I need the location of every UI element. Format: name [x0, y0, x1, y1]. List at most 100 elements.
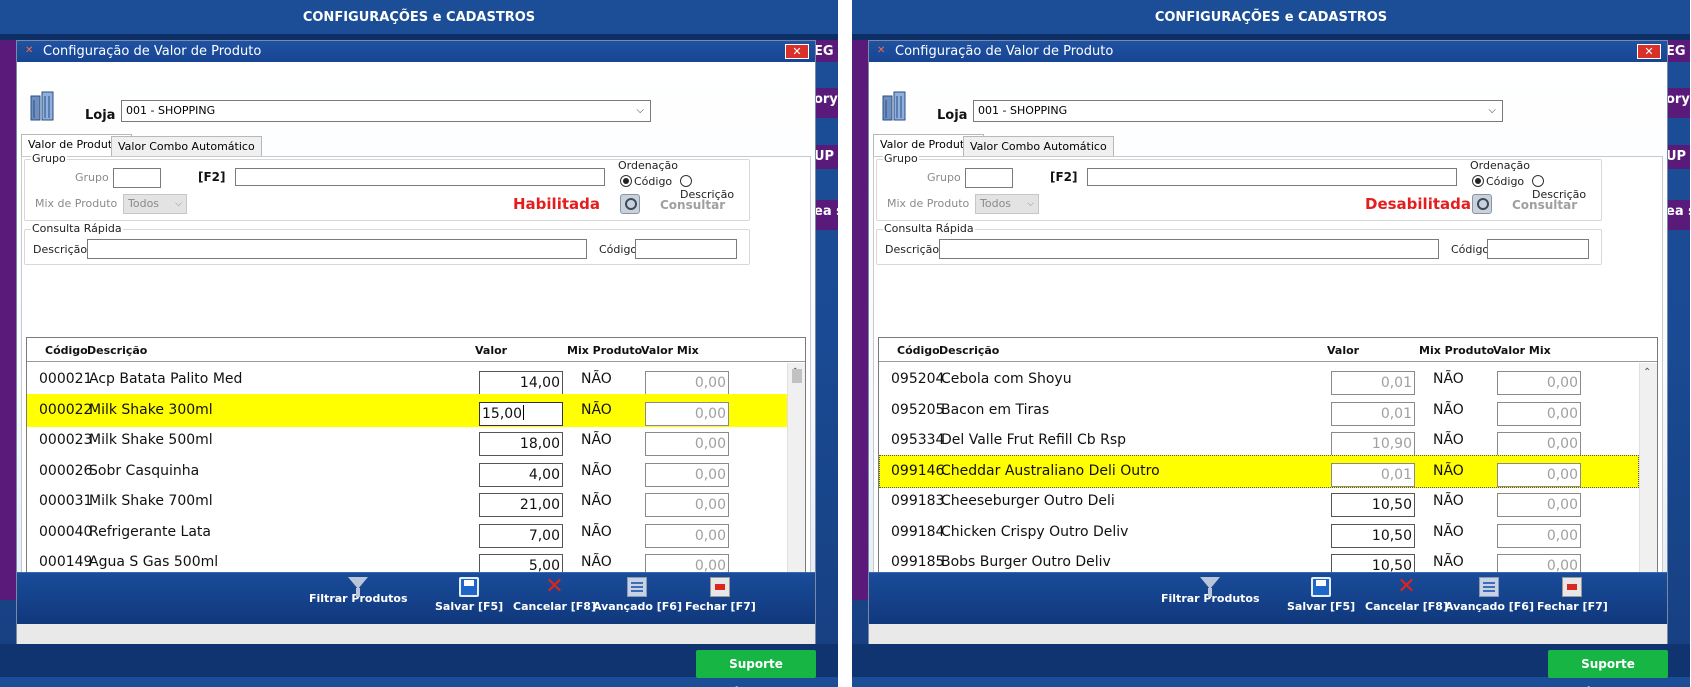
row-valor-input[interactable]: 21,00	[479, 493, 563, 517]
loja-select[interactable]: 001 - SHOPPING ⌵	[973, 100, 1503, 122]
row-valor-mix-input[interactable]: 0,00	[1497, 432, 1581, 456]
codigo-input[interactable]	[1487, 239, 1589, 259]
consultar-button[interactable]: Consultar	[660, 198, 725, 212]
mix-select[interactable]: Todos ⌵	[975, 194, 1039, 214]
fechar-button[interactable]: Fechar [F7]	[685, 577, 756, 613]
row-valor-input[interactable]: 0,01	[1331, 401, 1415, 426]
row-descricao: Refrigerante Lata	[89, 523, 211, 540]
row-valor-input[interactable]: 4,00	[479, 462, 563, 487]
table-row[interactable]: 000026 Sobr Casquinha 4,00 NÃO 0,00	[27, 455, 787, 488]
col-valor-mix[interactable]: Valor Mix	[1493, 344, 1551, 357]
salvar-label: Salvar [F5]	[435, 600, 504, 613]
loja-label: Loja	[937, 108, 968, 123]
descricao-input[interactable]	[87, 239, 587, 259]
row-valor-mix-input[interactable]: 0,00	[645, 432, 729, 456]
whatsapp-support-button[interactable]: Suporte WhatsApp	[696, 650, 816, 687]
save-icon	[1311, 577, 1332, 597]
row-valor-input[interactable]: 14,00	[479, 371, 563, 395]
row-valor-mix-input[interactable]: 0,00	[645, 493, 729, 517]
table-row[interactable]: 000031 Milk Shake 700ml 21,00 NÃO 0,00	[27, 485, 787, 518]
salvar-button[interactable]: Salvar [F5]	[435, 577, 503, 613]
col-mix[interactable]: Mix Produto	[1419, 344, 1494, 357]
row-valor-input[interactable]: 18,00	[479, 432, 563, 456]
col-mix[interactable]: Mix Produto	[567, 344, 642, 357]
cancelar-button[interactable]: ✕ Cancelar [F8]	[1365, 576, 1448, 614]
row-mix: NÃO	[581, 401, 612, 418]
table-row[interactable]: 000040 Refrigerante Lata 7,00 NÃO 0,00	[27, 516, 787, 549]
filtrar-produtos-button[interactable]: Filtrar Produtos	[309, 577, 408, 605]
grid-header: Código Descrição Valor Mix Produto Valor…	[879, 338, 1657, 362]
table-row[interactable]: 000022 Milk Shake 300ml 15,00 NÃO 0,00	[27, 393, 787, 427]
chevron-up-icon[interactable]: ⌃	[1643, 367, 1651, 378]
table-row[interactable]: 099146 Cheddar Australiano Deli Outro 0,01…	[879, 454, 1639, 488]
row-valor-input[interactable]: 0,01	[1331, 371, 1415, 395]
button-bar: Filtrar Produtos Salvar [F5] ✕ Cancelar […	[17, 572, 815, 624]
mix-select[interactable]: Todos ⌵	[123, 194, 187, 214]
tab-valor-combo[interactable]: Valor Combo Automático	[963, 136, 1114, 157]
close-icon[interactable]: ✕	[785, 44, 809, 59]
row-valor-mix-input[interactable]: 0,00	[645, 401, 729, 426]
descricao-input[interactable]	[939, 239, 1439, 259]
col-valor[interactable]: Valor	[1327, 344, 1359, 357]
row-valor-input[interactable]: 10,50	[1331, 523, 1415, 548]
row-valor-input[interactable]: 10,50	[1331, 493, 1415, 517]
loja-select[interactable]: 001 - SHOPPING ⌵	[121, 100, 651, 122]
cancelar-button[interactable]: ✕ Cancelar [F8]	[513, 574, 596, 614]
fechar-button[interactable]: Fechar [F7]	[1537, 577, 1608, 613]
cancel-icon: ✕	[545, 574, 564, 599]
radio-codigo[interactable]: Código	[620, 175, 672, 188]
row-valor-mix-input[interactable]: 0,00	[1497, 401, 1581, 426]
consultar-icon[interactable]	[620, 194, 640, 214]
consultar-button[interactable]: Consultar	[1512, 198, 1577, 212]
col-codigo[interactable]: Código	[897, 344, 940, 357]
divider	[838, 0, 852, 687]
scroll-thumb[interactable]	[792, 369, 802, 383]
col-valor[interactable]: Valor	[475, 344, 507, 357]
col-descricao[interactable]: Descrição	[939, 344, 999, 357]
row-valor-input[interactable]: 15,00	[479, 401, 563, 426]
row-valor-mix-input[interactable]: 0,00	[645, 462, 729, 487]
grupo-input[interactable]	[113, 168, 161, 188]
salvar-button[interactable]: Salvar [F5]	[1287, 577, 1355, 613]
tab-valor-combo[interactable]: Valor Combo Automático	[111, 136, 262, 157]
consultar-icon[interactable]	[1472, 194, 1492, 214]
app-icon: ✕	[877, 45, 886, 56]
row-valor-input[interactable]: 10,90	[1331, 432, 1415, 456]
row-valor-input[interactable]: 7,00	[479, 523, 563, 548]
row-valor-mix-input[interactable]: 0,00	[1497, 523, 1581, 548]
col-codigo[interactable]: Código	[45, 344, 88, 357]
table-row[interactable]: 000023 Milk Shake 500ml 18,00 NÃO 0,00	[27, 424, 787, 457]
table-row[interactable]: 000021 Acp Batata Palito Med 14,00 NÃO 0,00	[27, 363, 787, 396]
row-descricao: Agua S Gas 500ml	[89, 554, 219, 570]
grupo-descricao-input[interactable]	[1087, 168, 1457, 186]
filtrar-produtos-button[interactable]: Filtrar Produtos	[1161, 577, 1260, 605]
table-row[interactable]: 095205 Bacon em Tiras 0,01 NÃO 0,00	[879, 394, 1639, 427]
row-valor-mix-input[interactable]: 0,00	[645, 371, 729, 395]
table-row[interactable]: 099183 Cheeseburger Outro Deli 10,50 NÃO 0,0…	[879, 485, 1639, 518]
col-valor-mix[interactable]: Valor Mix	[641, 344, 699, 357]
row-valor-mix-input[interactable]: 0,00	[1497, 371, 1581, 395]
grupo-input[interactable]	[965, 168, 1013, 188]
bg-tile-left	[852, 40, 868, 600]
row-mix: NÃO	[1433, 432, 1464, 448]
row-codigo: 099146	[891, 462, 945, 479]
table-row[interactable]: 095204 Cebola com Shoyu 0,01 NÃO 0,00	[879, 363, 1639, 396]
row-codigo: 095205	[891, 401, 945, 418]
radio-codigo[interactable]: Código	[1472, 175, 1524, 188]
col-descricao[interactable]: Descrição	[87, 344, 147, 357]
grupo-descricao-input[interactable]	[235, 168, 605, 186]
avancado-button[interactable]: Avançado [F6]	[1445, 577, 1534, 613]
codigo-input[interactable]	[635, 239, 737, 259]
avancado-button[interactable]: Avançado [F6]	[593, 577, 682, 613]
row-valor-mix-input[interactable]: 0,00	[1497, 462, 1581, 487]
table-row[interactable]: 095334 Del Valle Frut Refill Cb Rsp 10,90 N…	[879, 424, 1639, 457]
row-valor-mix-input[interactable]: 0,00	[645, 523, 729, 548]
row-valor-mix-input[interactable]: 0,00	[1497, 493, 1581, 517]
row-valor-input[interactable]: 0,01	[1331, 462, 1415, 487]
row-codigo: 000040	[39, 523, 93, 540]
mix-label: Mix de Produto	[35, 197, 118, 210]
advanced-icon	[627, 577, 648, 597]
whatsapp-support-button[interactable]: Suporte WhatsApp	[1548, 650, 1668, 687]
table-row[interactable]: 099184 Chicken Crispy Outro Deliv 10,50 NÃO…	[879, 516, 1639, 549]
close-icon[interactable]: ✕	[1637, 44, 1661, 59]
